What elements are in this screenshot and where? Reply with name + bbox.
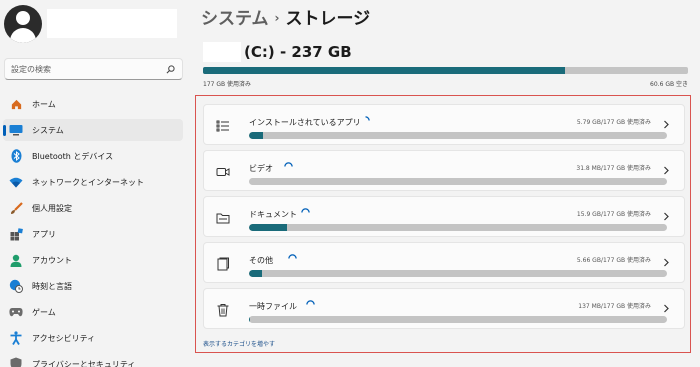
drive-name-redacted xyxy=(203,42,241,62)
category-label: ドキュメント xyxy=(249,210,297,219)
page-title: ストレージ xyxy=(285,9,371,29)
category-usage-bar xyxy=(249,270,667,277)
category-temporary-files[interactable]: 一時ファイル 137 MB/177 GB 使用済み xyxy=(203,288,685,329)
category-size: 31.8 MB/177 GB 使用済み xyxy=(576,165,651,172)
search-input[interactable]: 設定の検索 xyxy=(4,58,183,80)
category-size: 5.79 GB/177 GB 使用済み xyxy=(576,119,651,126)
category-usage-bar xyxy=(249,316,667,323)
shield-icon xyxy=(9,357,23,367)
breadcrumb: システム › ストレージ xyxy=(201,4,370,29)
drive-free-label: 60.6 GB 空き xyxy=(650,81,688,88)
sidebar-item-accessibility[interactable]: アクセシビリティ xyxy=(3,327,183,349)
category-size: 5.66 GB/177 GB 使用済み xyxy=(576,257,651,264)
loading-spinner-icon xyxy=(284,162,293,167)
chevron-right-icon xyxy=(664,258,669,267)
sidebar-item-gaming[interactable]: ゲーム xyxy=(3,301,183,323)
sidebar-item-label: アクセシビリティ xyxy=(32,333,96,343)
trash-icon xyxy=(217,304,229,317)
category-usage-bar xyxy=(249,132,667,139)
category-size: 15.9 GB/177 GB 使用済み xyxy=(576,211,651,218)
globe-clock-icon xyxy=(9,279,23,293)
apps-icon xyxy=(9,227,23,241)
chevron-right-icon xyxy=(664,120,669,129)
breadcrumb-separator: › xyxy=(274,11,280,25)
category-usage-fill xyxy=(249,132,263,139)
sidebar-item-label: ゲーム xyxy=(32,307,56,317)
user-name-redacted xyxy=(47,9,177,38)
sidebar-item-accounts[interactable]: アカウント xyxy=(3,249,183,271)
drive-used-label: 177 GB 使用済み xyxy=(203,81,252,88)
sidebar-item-time-language[interactable]: 時刻と言語 xyxy=(3,275,183,297)
category-documents[interactable]: ドキュメント 15.9 GB/177 GB 使用済み xyxy=(203,196,685,237)
account-icon xyxy=(9,253,23,267)
sidebar-item-label: システム xyxy=(32,125,64,135)
folder-icon xyxy=(216,213,230,224)
show-more-categories-link[interactable]: 表示するカテゴリを増やす xyxy=(203,339,275,348)
system-icon xyxy=(9,123,23,137)
category-label: 一時ファイル xyxy=(249,302,297,311)
sidebar-item-label: アプリ xyxy=(32,229,56,239)
other-files-icon xyxy=(217,257,229,271)
loading-spinner-icon xyxy=(301,208,310,213)
game-controller-icon xyxy=(9,305,23,319)
apps-list-icon xyxy=(216,120,229,132)
video-camera-icon xyxy=(216,168,230,176)
sidebar-item-label: ホーム xyxy=(32,99,56,109)
category-label: ビデオ xyxy=(249,164,273,173)
category-videos[interactable]: ビデオ 31.8 MB/177 GB 使用済み xyxy=(203,150,685,191)
sidebar-item-label: アカウント xyxy=(32,255,72,265)
sidebar-item-bluetooth[interactable]: Bluetooth とデバイス xyxy=(3,145,183,167)
loading-spinner-icon xyxy=(288,254,297,259)
sidebar-item-system[interactable]: システム xyxy=(3,119,183,141)
search-icon xyxy=(166,65,175,74)
category-installed-apps[interactable]: インストールされているアプリ 5.79 GB/177 GB 使用済み xyxy=(203,104,685,145)
search-placeholder: 設定の検索 xyxy=(11,65,51,74)
sidebar-item-apps[interactable]: アプリ xyxy=(3,223,183,245)
loading-spinner-icon xyxy=(306,300,315,305)
sidebar-item-home[interactable]: ホーム xyxy=(3,93,183,115)
home-icon xyxy=(9,97,23,111)
category-usage-bar xyxy=(249,178,667,185)
category-size: 137 MB/177 GB 使用済み xyxy=(578,303,651,310)
storage-categories-panel: インストールされているアプリ 5.79 GB/177 GB 使用済み ビデオ 3… xyxy=(195,95,691,353)
bluetooth-icon xyxy=(9,149,23,163)
category-usage-fill xyxy=(249,224,287,231)
category-usage-bar xyxy=(249,224,667,231)
avatar[interactable] xyxy=(4,5,42,43)
brush-icon xyxy=(9,201,23,215)
breadcrumb-parent[interactable]: システム xyxy=(201,9,269,29)
sidebar-item-personalization[interactable]: 個人用設定 xyxy=(3,197,183,219)
sidebar-item-label: 個人用設定 xyxy=(32,203,72,213)
sidebar-item-label: ネットワークとインターネット xyxy=(32,177,144,187)
accessibility-icon xyxy=(9,331,23,345)
drive-title: (C:) - 237 GB xyxy=(244,43,352,61)
loading-spinner-icon xyxy=(365,116,370,121)
category-label: その他 xyxy=(249,256,273,265)
wifi-icon xyxy=(9,175,23,189)
sidebar-item-label: Bluetooth とデバイス xyxy=(32,151,114,161)
chevron-right-icon xyxy=(664,212,669,221)
sidebar-item-label: プライバシーとセキュリティ xyxy=(32,359,136,367)
drive-usage-fill xyxy=(203,67,566,74)
sidebar-item-privacy[interactable]: プライバシーとセキュリティ xyxy=(3,353,183,367)
drive-usage-bar xyxy=(203,67,688,74)
chevron-right-icon xyxy=(664,166,669,175)
active-indicator xyxy=(3,125,6,136)
sidebar: 設定の検索 ホーム システム Bluetooth とデバイス ネットワークとイン… xyxy=(0,0,190,367)
category-other[interactable]: その他 5.66 GB/177 GB 使用済み xyxy=(203,242,685,283)
sidebar-item-label: 時刻と言語 xyxy=(32,281,72,291)
chevron-right-icon xyxy=(664,304,669,313)
category-usage-fill xyxy=(249,270,263,277)
sidebar-item-network[interactable]: ネットワークとインターネット xyxy=(3,171,183,193)
category-label: インストールされているアプリ xyxy=(249,118,361,127)
